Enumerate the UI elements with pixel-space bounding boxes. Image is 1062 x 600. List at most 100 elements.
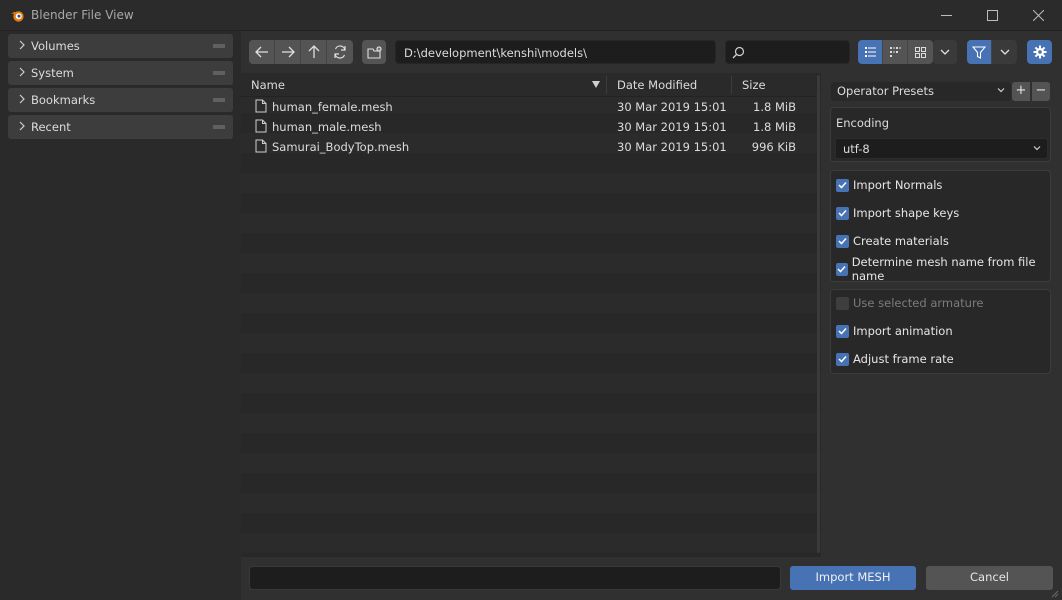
sidebar-panel-system[interactable]: System (8, 61, 233, 85)
adjust-frame-rate-checkbox[interactable]: Adjust frame rate (836, 349, 954, 369)
minimize-button[interactable] (923, 0, 969, 31)
search-icon (732, 46, 745, 59)
import-normals-checkbox[interactable]: Import Normals (836, 175, 942, 195)
file-icon (255, 99, 267, 113)
execute-bar: Import MESH Cancel (241, 557, 1062, 600)
filter-toggle-button[interactable] (967, 40, 992, 64)
file-size: 1.8 MiB (753, 120, 796, 134)
operator-presets-dropdown[interactable]: Operator Presets (831, 82, 1011, 101)
checkbox-label: Use selected armature (853, 296, 984, 310)
checkbox-label: Create materials (853, 234, 949, 248)
sidebar-panel-volumes[interactable]: Volumes (8, 34, 233, 58)
arrow-right-icon (281, 46, 295, 58)
checkbox-label: Import Normals (853, 178, 943, 192)
minimize-icon (940, 15, 952, 16)
chevron-down-icon (1000, 49, 1009, 55)
drag-grip-icon[interactable] (213, 125, 225, 129)
cancel-button[interactable]: Cancel (926, 566, 1053, 590)
drag-grip-icon[interactable] (213, 44, 225, 48)
arrow-left-icon (254, 46, 268, 58)
column-header-name[interactable]: Name (251, 78, 285, 92)
filter-group (967, 40, 1017, 64)
file-name: human_female.mesh (272, 100, 393, 114)
column-divider[interactable] (731, 76, 732, 94)
display-thumbnails-button[interactable] (908, 40, 933, 64)
encoding-label: Encoding (836, 116, 889, 130)
chevron-down-icon (997, 88, 1005, 93)
display-mode-group (858, 40, 933, 64)
operator-options-panel: Operator Presets + − Encoding utf-8 Impo… (821, 73, 1062, 557)
display-vertical-list-button[interactable] (858, 40, 883, 64)
drag-grip-icon[interactable] (213, 98, 225, 102)
back-button[interactable] (249, 40, 275, 64)
sidebar: Volumes System Bookmarks Recent (0, 31, 241, 600)
drag-grip-icon[interactable] (213, 71, 225, 75)
chevron-right-icon (19, 67, 25, 77)
refresh-button[interactable] (327, 40, 353, 64)
file-size: 996 KiB (751, 140, 796, 154)
checkbox-checked-icon (836, 324, 849, 338)
display-horizontal-list-button[interactable] (883, 40, 908, 64)
encoding-value: utf-8 (843, 142, 870, 156)
resize-grip-icon[interactable] (1051, 590, 1059, 598)
forward-button[interactable] (275, 40, 301, 64)
file-date: 30 Mar 2019 15:01 (617, 100, 727, 114)
column-header-date[interactable]: Date Modified (617, 78, 697, 92)
file-list-header: Name Date Modified Size (241, 73, 816, 97)
chevron-down-icon (1033, 146, 1041, 151)
file-icon (255, 139, 267, 153)
create-materials-checkbox[interactable]: Create materials (836, 231, 949, 251)
sidebar-panel-bookmarks[interactable]: Bookmarks (8, 88, 233, 112)
close-icon (1032, 9, 1044, 22)
parent-directory-button[interactable] (301, 40, 327, 64)
gear-icon (1033, 45, 1046, 59)
file-name: human_male.mesh (272, 120, 382, 134)
file-row[interactable]: human_male.mesh 30 Mar 2019 15:01 1.8 Mi… (241, 117, 816, 137)
display-settings-dropdown[interactable] (933, 40, 957, 64)
navigation-button-group (249, 40, 353, 64)
new-folder-button[interactable] (362, 40, 386, 64)
maximize-icon (986, 10, 998, 21)
arrow-up-icon (308, 45, 319, 58)
sidebar-panel-label: System (31, 66, 74, 80)
add-preset-button[interactable]: + (1012, 82, 1030, 101)
file-row[interactable]: human_female.mesh 30 Mar 2019 15:01 1.8 … (241, 97, 816, 117)
chevron-down-icon (940, 49, 950, 55)
import-mesh-button[interactable]: Import MESH (790, 566, 916, 590)
chevron-right-icon (19, 40, 25, 50)
sidebar-panel-label: Recent (31, 120, 71, 134)
directory-path-input[interactable]: D:\development\kenshi\models\ (395, 40, 716, 64)
file-browser-toolbar: D:\development\kenshi\models\ (241, 31, 1062, 73)
list-horizontal-icon (889, 46, 901, 57)
checkbox-label: Adjust frame rate (853, 352, 954, 366)
search-input[interactable] (725, 40, 850, 64)
options-toggle-group (1027, 40, 1052, 64)
import-shape-keys-checkbox[interactable]: Import shape keys (836, 203, 959, 223)
column-divider[interactable] (606, 76, 607, 94)
options-region-toggle-button[interactable] (1027, 40, 1052, 64)
checkbox-unchecked-icon (836, 296, 849, 310)
remove-preset-button[interactable]: − (1032, 82, 1050, 101)
checkbox-checked-icon (836, 234, 849, 248)
file-list[interactable]: Name Date Modified Size human_female.mes… (241, 73, 821, 557)
determine-mesh-name-checkbox[interactable]: Determine mesh name from file name (836, 255, 1050, 283)
checkbox-label: Import shape keys (853, 206, 960, 220)
new-folder-icon (366, 45, 382, 59)
import-animation-checkbox[interactable]: Import animation (836, 321, 953, 341)
checkbox-checked-icon (836, 178, 849, 192)
new-folder-group (362, 40, 386, 64)
checkbox-label: Determine mesh name from file name (851, 255, 1036, 283)
use-selected-armature-checkbox[interactable]: Use selected armature (836, 293, 984, 313)
filter-settings-dropdown[interactable] (992, 40, 1017, 64)
file-list-scrollbar[interactable] (817, 75, 820, 553)
encoding-select[interactable]: utf-8 (835, 138, 1048, 159)
maximize-button[interactable] (969, 0, 1015, 31)
close-button[interactable] (1015, 0, 1061, 31)
file-row[interactable]: Samurai_BodyTop.mesh 30 Mar 2019 15:01 9… (241, 137, 816, 157)
display-settings-group (933, 40, 957, 64)
blender-logo-icon (10, 11, 24, 22)
animation-options-box: Use selected armature Import animation A… (830, 289, 1051, 374)
filename-input[interactable] (249, 566, 781, 590)
column-header-size[interactable]: Size (742, 78, 766, 92)
sidebar-panel-recent[interactable]: Recent (8, 115, 233, 139)
